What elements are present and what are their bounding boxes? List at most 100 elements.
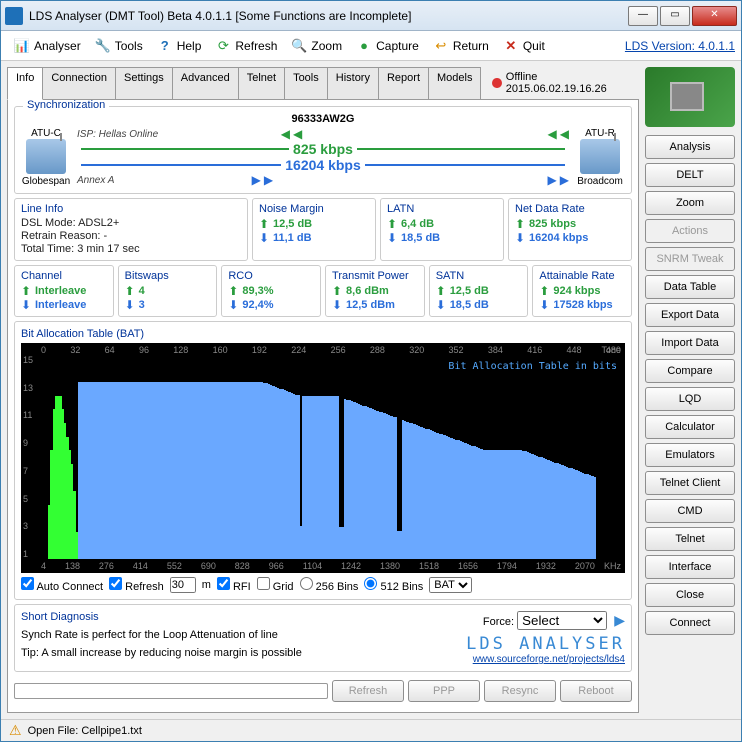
net-data-rate-box: Net Data Rate⬆825 kbps⬇16204 kbps	[508, 198, 632, 261]
close-window-button[interactable]: ✕	[692, 6, 737, 26]
snrm-tweak-button[interactable]: SNRM Tweak	[645, 247, 735, 271]
line-info-box: Line Info DSL Mode: ADSL2+ Retrain Reaso…	[14, 198, 248, 261]
tabstrip: Info Connection Settings Advanced Telnet…	[7, 67, 639, 100]
telnet-button[interactable]: Telnet	[645, 527, 735, 551]
diag-msg2: Tip: A small increase by reducing noise …	[21, 647, 458, 659]
analyser-menu[interactable]: 📊Analyser	[7, 34, 88, 58]
offline-dot-icon	[492, 78, 501, 88]
zoom-icon: 🔍	[291, 38, 307, 54]
tools-menu[interactable]: 🔧Tools	[88, 34, 150, 58]
resync-button[interactable]: Resync	[484, 680, 556, 702]
data-table-button[interactable]: Data Table	[645, 275, 735, 299]
return-button[interactable]: ↩Return	[426, 34, 496, 58]
refresh-action-button[interactable]: Refresh	[332, 680, 404, 702]
diagnosis-group: Short Diagnosis Synch Rate is perfect fo…	[14, 604, 632, 672]
bat-chart[interactable]: 0326496128160192224256288320352384416448…	[21, 343, 625, 573]
toolbar: 📊Analyser 🔧Tools ?Help ⟳Refresh 🔍Zoom ●C…	[1, 31, 741, 61]
bat-group: Bit Allocation Table (BAT) 0326496128160…	[14, 321, 632, 600]
maximize-button[interactable]: ▭	[660, 6, 690, 26]
tab-history[interactable]: History	[327, 67, 379, 99]
diag-msg1: Synch Rate is perfect for the Loop Atten…	[21, 629, 458, 641]
isp-label: ISP: Hellas Online	[77, 129, 158, 140]
analyser-icon: 📊	[14, 38, 30, 54]
zoom-button[interactable]: 🔍Zoom	[284, 34, 349, 58]
tools-icon: 🔧	[95, 38, 111, 54]
atur-icon	[580, 139, 620, 174]
force-select[interactable]: Select	[517, 611, 607, 630]
bins-256-radio[interactable]: 256 Bins	[300, 577, 359, 593]
upstream-rate: 825 kbps	[293, 141, 353, 157]
channel-box: Channel⬆Interleave⬇Interleave	[14, 265, 114, 317]
actions-button[interactable]: Actions	[645, 219, 735, 243]
grid-checkbox[interactable]: Grid	[257, 577, 294, 593]
sync-group: Synchronization 96333AW2G ATU-C Globespa…	[14, 106, 632, 194]
refresh-interval-input[interactable]	[170, 577, 196, 593]
quit-icon: ✕	[503, 38, 519, 54]
bins-512-radio[interactable]: 512 Bins	[364, 577, 423, 593]
tab-connection[interactable]: Connection	[42, 67, 116, 99]
auto-connect-checkbox[interactable]: Auto Connect	[21, 577, 103, 593]
compare-button[interactable]: Compare	[645, 359, 735, 383]
tab-models[interactable]: Models	[428, 67, 481, 99]
refresh-checkbox[interactable]: Refresh	[109, 577, 164, 593]
minimize-button[interactable]: —	[628, 6, 658, 26]
lds-logo: LDS ANALYSER	[466, 634, 625, 654]
calculator-button[interactable]: Calculator	[645, 415, 735, 439]
noise-margin-box: Noise Margin⬆12,5 dB⬇11,1 dB	[252, 198, 376, 261]
help-menu[interactable]: ?Help	[150, 34, 209, 58]
close-button[interactable]: Close	[645, 583, 735, 607]
ppp-button[interactable]: PPP	[408, 680, 480, 702]
downstream-rate: 16204 kbps	[285, 157, 361, 173]
version-link[interactable]: LDS Version: 4.0.1.1	[625, 39, 735, 53]
delt-button[interactable]: DELT	[645, 163, 735, 187]
analysis-button[interactable]: Analysis	[645, 135, 735, 159]
sync-title: Synchronization	[23, 100, 109, 111]
tab-info[interactable]: Info	[7, 67, 43, 100]
telnet-client-button[interactable]: Telnet Client	[645, 471, 735, 495]
rco-box: RCO⬆89,3%⬇92,4%	[221, 265, 321, 317]
force-play-button[interactable]: ▶	[614, 612, 625, 628]
pcb-image	[645, 67, 735, 127]
app-icon	[5, 7, 23, 25]
bat-title: Bit Allocation Table (BAT)	[21, 328, 625, 340]
tab-settings[interactable]: Settings	[115, 67, 173, 99]
tab-tools[interactable]: Tools	[284, 67, 328, 99]
export-data-button[interactable]: Export Data	[645, 303, 735, 327]
refresh-button[interactable]: ⟳Refresh	[208, 34, 284, 58]
quit-button[interactable]: ✕Quit	[496, 34, 552, 58]
emulators-button[interactable]: Emulators	[645, 443, 735, 467]
connect-button[interactable]: Connect	[645, 611, 735, 635]
status-text: Open File: Cellpipe1.txt	[28, 725, 142, 737]
progress-bar	[14, 683, 328, 699]
atur-modem: ATU-R Broadcom	[575, 128, 625, 187]
reboot-button[interactable]: Reboot	[560, 680, 632, 702]
help-icon: ?	[157, 38, 173, 54]
refresh-icon: ⟳	[215, 38, 231, 54]
tab-telnet[interactable]: Telnet	[238, 67, 285, 99]
titlebar: LDS Analyser (DMT Tool) Beta 4.0.1.1 [So…	[1, 1, 741, 31]
window-title: LDS Analyser (DMT Tool) Beta 4.0.1.1 [So…	[29, 9, 626, 23]
interface-button[interactable]: Interface	[645, 555, 735, 579]
import-data-button[interactable]: Import Data	[645, 331, 735, 355]
capture-button[interactable]: ●Capture	[349, 34, 426, 58]
bitswaps-box: Bitswaps⬆4⬇3	[118, 265, 218, 317]
force-label: Force:	[483, 616, 514, 628]
satn-box: SATN⬆12,5 dB⬇18,5 dB	[429, 265, 529, 317]
latn-box: LATN⬆6,4 dB⬇18,5 dB	[380, 198, 504, 261]
atuc-icon	[26, 139, 66, 174]
modem-model: 96333AW2G	[21, 113, 625, 125]
diag-title: Short Diagnosis	[21, 611, 458, 623]
attainable-rate-box: Attainable Rate⬆924 kbps⬇17528 kbps	[532, 265, 632, 317]
zoom-side-button[interactable]: Zoom	[645, 191, 735, 215]
offline-indicator: Offline 2015.06.02.19.16.26	[484, 67, 640, 99]
lqd-button[interactable]: LQD	[645, 387, 735, 411]
cmd-button[interactable]: CMD	[645, 499, 735, 523]
rfi-checkbox[interactable]: RFI	[217, 577, 251, 593]
tab-report[interactable]: Report	[378, 67, 429, 99]
tab-advanced[interactable]: Advanced	[172, 67, 239, 99]
tx-power-box: Transmit Power⬆8,6 dBm⬇12,5 dBm	[325, 265, 425, 317]
project-link[interactable]: www.sourceforge.net/projects/lds4	[466, 654, 625, 665]
bat-type-select[interactable]: BAT	[429, 577, 472, 593]
annex-label: Annex A	[77, 175, 114, 186]
warning-icon: ⚠	[9, 722, 22, 739]
